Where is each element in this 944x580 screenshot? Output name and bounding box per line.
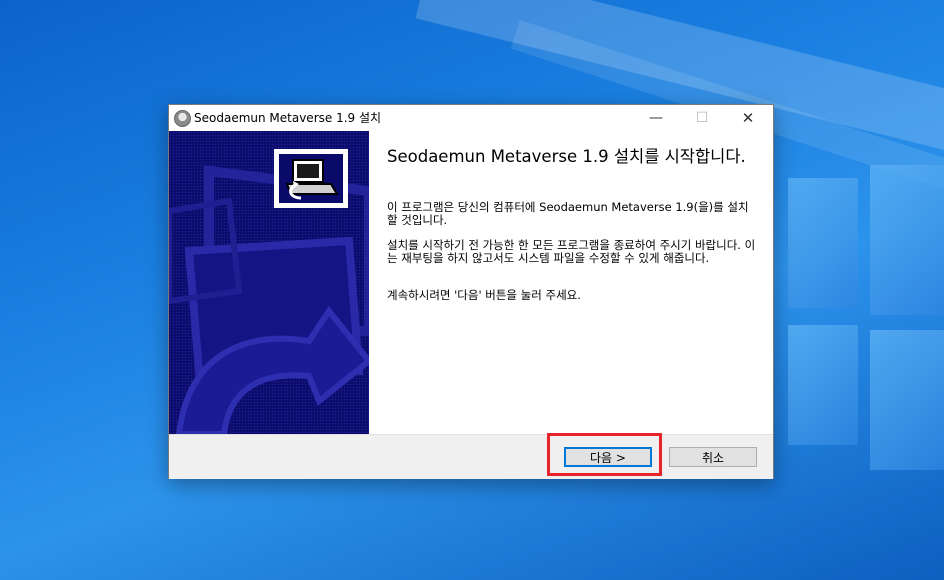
welcome-content: Seodaemun Metaverse 1.9 설치를 시작합니다. 이 프로그… xyxy=(387,131,762,434)
installer-window: Seodaemun Metaverse 1.9 설치 — ☐ ✕ Seodaem… xyxy=(168,104,774,479)
continue-instruction-text: 계속하시려면 '다음' 버튼을 눌러 주세요. xyxy=(387,288,581,302)
maximize-button[interactable]: ☐ xyxy=(679,105,725,131)
button-bar: 다음 > 취소 xyxy=(169,434,773,479)
close-programs-text: 설치를 시작하기 전 가능한 한 모든 프로그램을 종료하여 주시기 바랍니다.… xyxy=(387,238,756,265)
window-title: Seodaemun Metaverse 1.9 설치 xyxy=(194,111,382,125)
intro-text: 이 프로그램은 당신의 컴퓨터에 Seodaemun Metaverse 1.9… xyxy=(387,200,749,227)
cancel-button[interactable]: 취소 xyxy=(669,447,757,467)
installer-computer-icon xyxy=(274,149,348,208)
next-button[interactable]: 다음 > xyxy=(564,447,652,467)
minimize-button[interactable]: — xyxy=(633,105,679,131)
close-button[interactable]: ✕ xyxy=(725,105,771,131)
side-banner-image xyxy=(169,131,369,434)
title-bar[interactable]: Seodaemun Metaverse 1.9 설치 — ☐ ✕ xyxy=(169,105,773,131)
welcome-heading: Seodaemun Metaverse 1.9 설치를 시작합니다. xyxy=(387,147,746,166)
installer-app-icon xyxy=(174,110,191,127)
